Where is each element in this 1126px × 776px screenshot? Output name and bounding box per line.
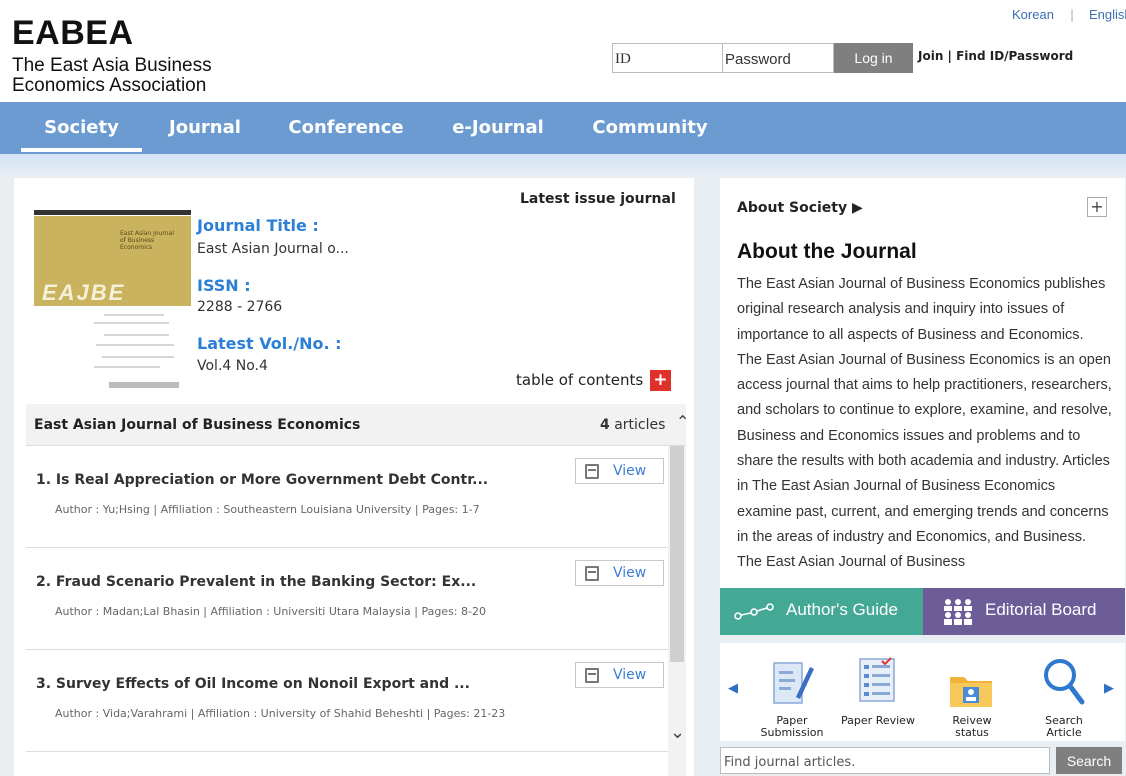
- paper-review-link[interactable]: Paper Review: [838, 655, 918, 741]
- nav-society[interactable]: Society: [21, 102, 142, 154]
- folder-user-icon: [950, 677, 992, 707]
- article-list-header: East Asian Journal of Business Economics…: [26, 404, 689, 446]
- about-society-link[interactable]: About Society ▶: [737, 200, 863, 216]
- cover-abbrev: EAJBE: [42, 280, 126, 305]
- article-row[interactable]: 2. Fraud Scenario Prevalent in the Banki…: [26, 548, 668, 650]
- lang-english-link[interactable]: English: [1089, 7, 1126, 22]
- latest-issue-label: Latest issue journal: [520, 191, 676, 207]
- scroll-down-icon[interactable]: ⌄: [670, 722, 685, 743]
- latest-vol-label: Latest Vol./No. :: [197, 334, 342, 353]
- authors-guide-button[interactable]: Author's Guide: [720, 588, 923, 635]
- about-more-button[interactable]: +: [1087, 197, 1107, 217]
- review-status-link[interactable]: Reivew status: [932, 655, 1012, 741]
- issn-label: ISSN :: [197, 276, 251, 295]
- logo-title[interactable]: EABEA: [12, 14, 134, 53]
- toc-plus-icon[interactable]: +: [650, 370, 671, 391]
- about-journal-heading: About the Journal: [737, 240, 917, 263]
- journal-title-value: East Asian Journal o...: [197, 241, 349, 257]
- logo-subtitle[interactable]: The East Asia Business Economics Associa…: [12, 56, 302, 96]
- journal-search-button[interactable]: Search: [1056, 747, 1122, 774]
- quick-links-bar: ◀ Paper Submission Paper Review Reivew s…: [720, 643, 1125, 741]
- journal-search-input[interactable]: [720, 747, 1050, 774]
- site-header: EABEA The East Asia Business Economics A…: [0, 0, 1126, 102]
- article-list-title: East Asian Journal of Business Economics: [34, 417, 361, 433]
- view-button[interactable]: View: [575, 662, 664, 688]
- document-icon: [585, 668, 599, 683]
- article-meta: Author : Vida;Varahrami | Affiliation : …: [55, 707, 506, 720]
- quick-prev-arrow-icon[interactable]: ◀: [728, 681, 738, 696]
- magnifier-icon: [1044, 659, 1085, 705]
- editorial-board-button[interactable]: Editorial Board: [923, 588, 1125, 635]
- nav-e-journal[interactable]: e-Journal: [442, 102, 554, 154]
- view-button[interactable]: View: [575, 458, 664, 484]
- password-input[interactable]: [723, 43, 834, 73]
- search-article-link[interactable]: Search Article: [1024, 655, 1104, 741]
- nav-shadow: [0, 154, 1126, 178]
- view-button[interactable]: View: [575, 560, 664, 586]
- scrollbar-thumb[interactable]: [670, 446, 684, 662]
- article-title[interactable]: 3. Survey Effects of Oil Income on Nonoi…: [36, 676, 470, 692]
- link-chain-icon: [734, 603, 774, 620]
- nav-conference[interactable]: Conference: [280, 102, 412, 154]
- quick-next-arrow-icon[interactable]: ▶: [1104, 681, 1114, 696]
- journal-cover-image[interactable]: East Asian Journal of Business Economics…: [34, 210, 191, 392]
- nav-journal[interactable]: Journal: [158, 102, 252, 154]
- main-nav: Society Journal Conference e-Journal Com…: [0, 102, 1126, 154]
- document-icon: [585, 566, 599, 581]
- paper-submission-link[interactable]: Paper Submission: [752, 655, 832, 741]
- table-of-contents-link[interactable]: table of contents: [516, 371, 643, 389]
- issn-value: 2288 - 2766: [197, 299, 283, 315]
- cover-title: East Asian Journal of Business Economics: [120, 230, 174, 251]
- article-row[interactable]: 1. Is Real Appreciation or More Governme…: [26, 446, 668, 548]
- document-icon: [585, 464, 599, 479]
- latest-journal-panel: Latest issue journal East Asian Journal …: [14, 178, 694, 776]
- article-title[interactable]: 1. Is Real Appreciation or More Governme…: [36, 472, 488, 488]
- latest-vol-value: Vol.4 No.4: [197, 358, 268, 374]
- lang-korean-link[interactable]: Korean: [1012, 7, 1054, 22]
- nav-community[interactable]: Community: [584, 102, 716, 154]
- login-form: Log in: [612, 43, 913, 73]
- about-journal-text: The East Asian Journal of Business Econo…: [737, 276, 1112, 571]
- article-meta: Author : Madan;Lal Bhasin | Affiliation …: [55, 605, 486, 618]
- about-panel: About Society ▶ + About the Journal The …: [720, 178, 1125, 588]
- article-title[interactable]: 2. Fraud Scenario Prevalent in the Banki…: [36, 574, 476, 590]
- scroll-up-icon[interactable]: ⌃: [676, 412, 689, 431]
- document-pen-icon: [773, 662, 814, 704]
- lang-separator: |: [1070, 8, 1075, 22]
- journal-title-label: Journal Title :: [197, 216, 319, 235]
- group-people-icon: [944, 599, 972, 625]
- id-input[interactable]: [612, 43, 723, 73]
- article-row[interactable]: 3. Survey Effects of Oil Income on Nonoi…: [26, 650, 668, 752]
- join-find-links[interactable]: Join | Find ID/Password: [918, 49, 1073, 63]
- article-meta: Author : Yu;Hsing | Affiliation : Southe…: [55, 503, 480, 516]
- article-count: 4 articles: [600, 417, 666, 433]
- checklist-icon: [859, 657, 895, 702]
- login-button[interactable]: Log in: [834, 43, 913, 73]
